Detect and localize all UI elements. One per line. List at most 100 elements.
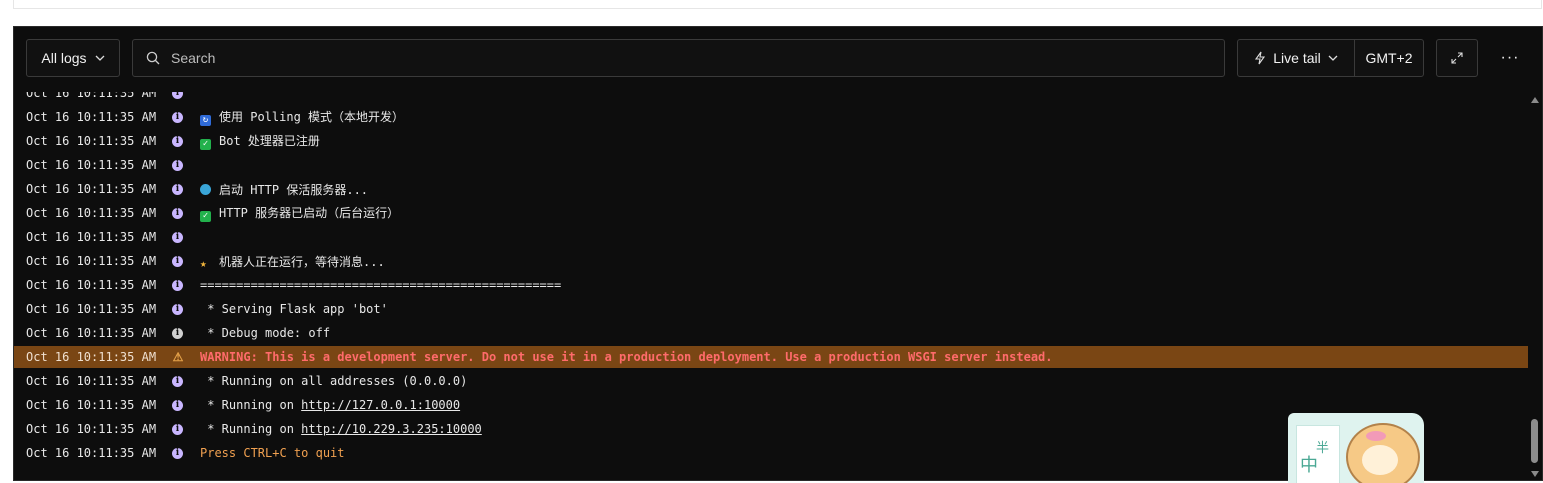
log-filter-label: All logs [41,50,87,66]
log-row[interactable]: Oct 16 10:11:35 AM i 启动 HTTP 保活服务器... [14,178,1528,200]
log-row[interactable]: Oct 16 10:11:35 AM i [14,154,1528,176]
timezone-label: GMT+2 [1365,50,1413,66]
log-message: ✓ Bot 处理器已注册 [200,132,320,150]
log-timestamp: Oct 16 10:11:35 AM [26,422,157,436]
live-tail-button[interactable]: Live tail [1238,40,1355,76]
scroll-up-icon[interactable] [1531,97,1539,103]
info-icon: i [172,135,183,147]
log-text: * Running on all addresses (0.0.0.0) [200,374,468,388]
mascot-icon [1346,423,1420,483]
top-card-edge [13,0,1542,9]
mascot-face [1362,445,1398,475]
log-filter-dropdown[interactable]: All logs [26,39,120,77]
warning-icon: ⚠ [172,350,184,364]
chevron-down-icon [95,55,105,61]
mascot-bow [1366,431,1386,441]
log-row[interactable]: Oct 16 10:11:35 AM i =====================… [14,274,1528,296]
widget-char-big: 中 [1300,455,1318,476]
globe-icon [200,183,211,195]
search-input[interactable] [171,50,1171,66]
info-icon: i [172,423,183,435]
live-tail-label: Live tail [1273,50,1321,66]
log-timestamp: Oct 16 10:11:35 AM [26,230,157,244]
info-icon: i [172,183,183,195]
log-message: ✓ HTTP 服务器已启动（后台运行） [200,204,399,222]
more-options-button[interactable]: ··· [1492,39,1528,77]
search-field[interactable] [132,39,1225,77]
log-text: Bot 处理器已注册 [219,134,320,148]
info-icon: i [172,279,183,291]
search-icon [146,51,160,65]
sync-icon: ↻ [200,115,211,126]
log-message-prefix: * Running on [200,422,302,436]
scroll-thumb[interactable] [1531,419,1538,463]
log-timestamp: Oct 16 10:11:35 AM [26,158,157,172]
log-text: ========================================… [200,278,562,292]
info-icon: i [172,159,183,171]
log-message: * Running on http://10.229.3.235:10000 [200,422,482,436]
log-message: * Serving Flask app 'bot' [200,302,388,316]
log-message: ↻ 使用 Polling 模式（本地开发） [200,108,404,126]
log-timestamp: Oct 16 10:11:35 AM [26,374,157,388]
log-text: 启动 HTTP 保活服务器... [219,182,369,197]
log-timestamp: Oct 16 10:11:35 AM [26,302,157,316]
log-timestamp: Oct 16 10:11:35 AM [26,398,157,412]
log-text: Press CTRL+C to quit [200,446,345,460]
log-row[interactable]: Oct 16 10:11:35 AM i [14,226,1528,248]
info-icon: i [172,231,183,243]
lightning-icon [1255,51,1266,65]
scroll-down-icon[interactable] [1531,471,1539,477]
log-row[interactable]: Oct 16 10:11:35 AM i ✓ Bot 处理器已注册 [14,130,1528,152]
log-message: ========================================… [200,278,561,292]
check-icon: ✓ [200,139,211,150]
info-icon: i [172,207,183,219]
log-text: 机器人正在运行，等待消息... [219,254,385,269]
log-message: * Debug mode: off [200,326,330,340]
log-timestamp: Oct 16 10:11:35 AM [26,110,157,124]
info-icon: i [172,399,183,411]
log-timestamp: Oct 16 10:11:35 AM [26,326,157,340]
more-icon: ··· [1500,49,1520,66]
info-icon: i [172,327,183,339]
log-timestamp: Oct 16 10:11:35 AM [26,206,157,220]
log-row[interactable]: Oct 16 10:11:35 AM i ★ 机器人正在运行，等待消息... [14,250,1528,272]
info-icon: i [172,111,183,123]
log-scrollbar[interactable] [1530,97,1540,477]
log-row[interactable]: Oct 16 10:11:35 AM i ↻ 使用 Polling 模式（本地开发） [14,106,1528,128]
log-timestamp: Oct 16 10:11:35 AM [26,350,157,364]
log-row[interactable]: Oct 16 10:11:35 AM i [14,92,1528,104]
timezone-button[interactable]: GMT+2 [1354,40,1424,76]
info-icon: i [172,303,183,315]
check-icon: ✓ [200,211,211,222]
log-text: 使用 Polling 模式（本地开发） [219,110,405,124]
log-row-warning[interactable]: Oct 16 10:11:35 AM ⚠ WARNING: This is a de… [14,346,1528,368]
info-icon: i [172,447,183,459]
log-row[interactable]: Oct 16 10:11:35 AM i * Debug mode: off [14,322,1528,344]
log-link[interactable]: http://10.229.3.235:10000 [301,422,482,436]
party-popper-icon: ★ [200,256,207,270]
log-message: * Running on http://127.0.0.1:10000 [200,398,460,412]
expand-icon [1451,52,1463,64]
log-timestamp: Oct 16 10:11:35 AM [26,254,157,268]
log-message: 启动 HTTP 保活服务器... [200,181,368,198]
log-message: ★ 机器人正在运行，等待消息... [200,253,385,270]
tail-controls: Live tail GMT+2 [1237,39,1424,77]
info-icon: i [172,255,183,267]
mascot-widget[interactable]: 半 中 [1288,413,1424,483]
log-text: HTTP 服务器已启动（后台运行） [219,206,400,220]
log-row[interactable]: Oct 16 10:11:35 AM i * Serving Flask app … [14,298,1528,320]
info-icon: i [172,92,183,99]
log-text: * Debug mode: off [200,326,331,340]
chevron-down-icon [1328,55,1338,61]
log-timestamp: Oct 16 10:11:35 AM [26,446,157,460]
expand-button[interactable] [1436,39,1478,77]
log-row[interactable]: Oct 16 10:11:35 AM i ✓ HTTP 服务器已启动（后台运行） [14,202,1528,224]
log-timestamp: Oct 16 10:11:35 AM [26,278,157,292]
log-message: * Running on all addresses (0.0.0.0) [200,374,467,388]
log-timestamp: Oct 16 10:11:35 AM [26,92,157,100]
log-message: Press CTRL+C to quit [200,446,345,460]
log-link[interactable]: http://127.0.0.1:10000 [301,398,460,412]
logs-toolbar: All logs Live tail GMT+2 ··· [14,27,1542,92]
log-row[interactable]: Oct 16 10:11:35 AM i * Running on all add… [14,370,1528,392]
log-message-prefix: * Running on [200,398,302,412]
